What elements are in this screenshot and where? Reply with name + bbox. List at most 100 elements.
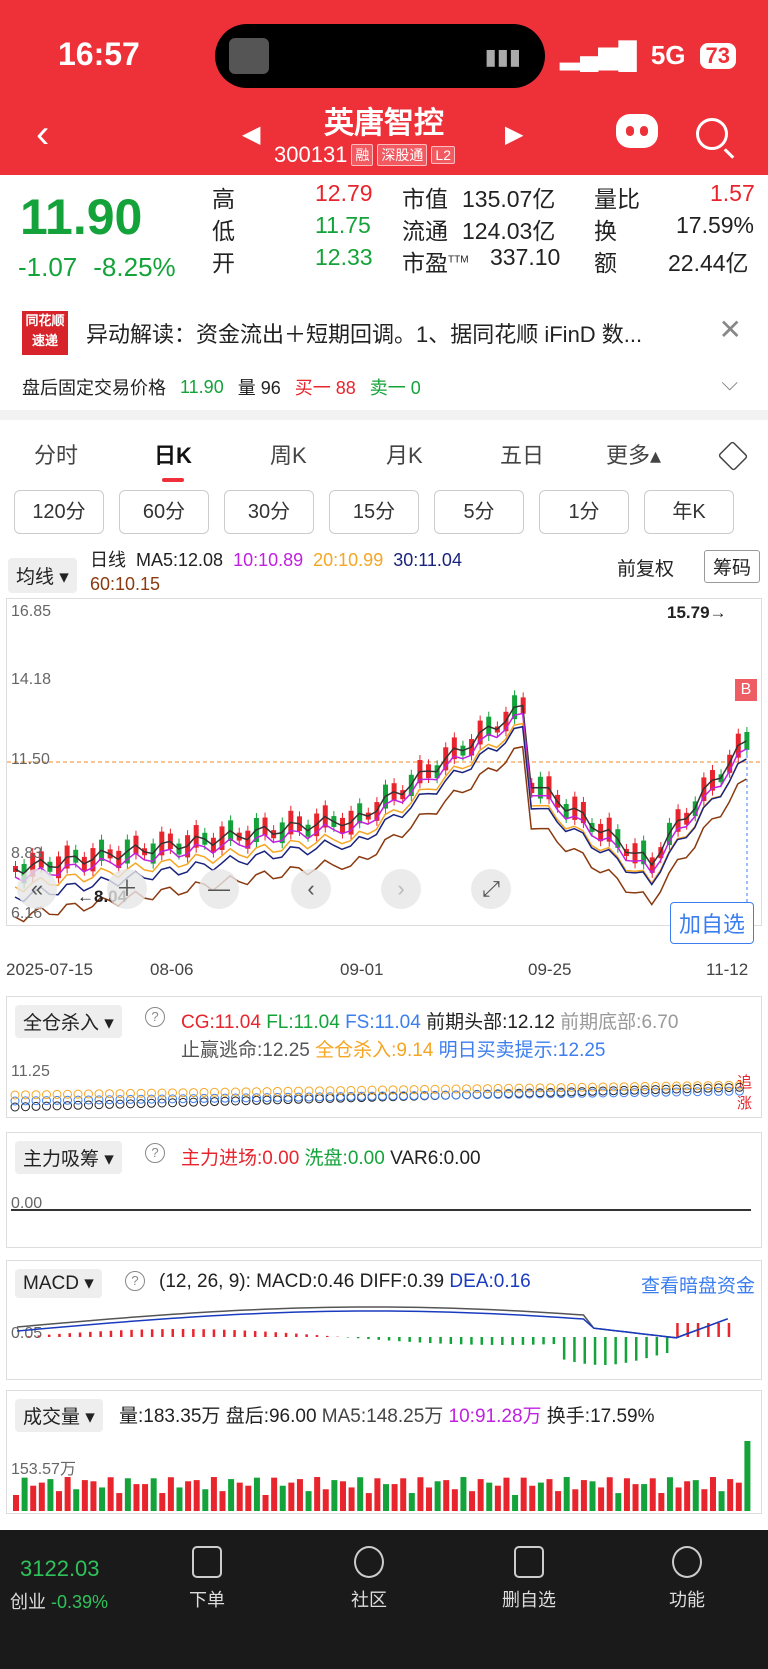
indicator-dot — [52, 1089, 62, 1099]
volume-bar — [47, 1479, 54, 1511]
indicator-dot — [42, 1090, 51, 1100]
volume-bar — [615, 1493, 622, 1511]
nav-functions[interactable]: 功能 — [642, 1546, 732, 1612]
indicator-dot — [325, 1086, 335, 1096]
logo-bottom: 速递 — [31, 333, 58, 348]
audio-wave-icon: ▮▮▮ — [484, 44, 521, 69]
tab-intraday[interactable]: 分时 — [34, 438, 78, 470]
macd-bar — [398, 1337, 401, 1342]
ths-news-logo: 同花顺 速递 — [22, 311, 68, 355]
chevron-down-icon[interactable]: ⌵ — [721, 370, 738, 396]
var6-value: VAR6:0.00 — [390, 1148, 481, 1169]
tab-weekly[interactable]: 周K — [270, 438, 307, 470]
nav-community[interactable]: 社区 — [324, 1546, 414, 1612]
indicator-dot — [126, 1088, 135, 1098]
indicator-dot — [210, 1087, 219, 1097]
volume-bar — [357, 1477, 364, 1511]
change-pct: -8.25% — [93, 252, 176, 282]
volume-bar — [469, 1491, 476, 1511]
volume-bar — [365, 1493, 372, 1511]
indicator-dot — [63, 1089, 72, 1099]
volume-bar — [555, 1491, 562, 1511]
volume-bar — [167, 1477, 174, 1511]
period-120min[interactable]: 120分 — [14, 490, 104, 534]
section-divider — [0, 410, 768, 420]
macd-bar — [243, 1330, 247, 1337]
tab-daily[interactable]: 日K — [154, 438, 192, 482]
macd-svg — [16, 1306, 731, 1365]
period-30min[interactable]: 30分 — [224, 490, 314, 534]
volume-bar — [228, 1479, 235, 1511]
fullscreen-icon[interactable]: ⤢ — [471, 869, 511, 909]
tab-five-day[interactable]: 五日 — [500, 438, 544, 470]
volume-panel[interactable]: 成交量 ▾ 量:183.35万 盘后:96.00 MA5:148.25万 10:… — [6, 1390, 762, 1514]
nav-order[interactable]: 下单 — [162, 1546, 252, 1612]
allin-indicator-panel[interactable]: 全仓杀入 ▾ ? CG:11.04 FL:11.04 FS:11.04 前期头部… — [6, 996, 762, 1118]
help-icon[interactable]: ? — [145, 1143, 165, 1163]
tab-monthly[interactable]: 月K — [386, 438, 423, 470]
ma-values: 日线 MA5:12.08 10:10.89 20:10.99 30:11.04 60:10… — [90, 548, 630, 596]
nav-remove-watch[interactable]: 删自选 — [484, 1546, 574, 1612]
robot-assistant-icon[interactable] — [616, 114, 658, 148]
main-force-panel[interactable]: 主力吸筹 ▾ ? 主力进场:0.00 洗盘:0.00 VAR6:0.00 0.0… — [6, 1132, 762, 1248]
l2-tag[interactable]: L2 — [431, 146, 455, 164]
indicator-dot — [178, 1088, 188, 1098]
period-yearly[interactable]: 年K — [644, 490, 734, 534]
ma-selector-button[interactable]: 均线 ▾ — [8, 558, 77, 593]
volume-bar — [176, 1487, 183, 1511]
add-watchlist-button[interactable]: 加自选 — [670, 902, 755, 944]
macd-bar — [604, 1337, 607, 1365]
volume-ratio-value: 1.57 — [710, 180, 755, 206]
scroll-right-icon[interactable]: › — [381, 869, 421, 909]
volume-ratio-label: 量比 — [594, 186, 640, 212]
adjust-mode[interactable]: 前复权 — [617, 554, 674, 581]
news-banner[interactable]: 同花顺 速递 异动解读：资金流出＋短期回调。1、据同花顺 iFinD 数... ✕ — [0, 303, 768, 363]
period-1min[interactable]: 1分 — [539, 490, 629, 534]
macd-bar — [326, 1335, 329, 1337]
indicator-selector-2[interactable]: 主力吸筹 ▾ — [15, 1141, 122, 1174]
volume-bar — [520, 1477, 527, 1511]
afterhours-buy: 买一 88 — [294, 378, 356, 398]
zoom-in-icon[interactable]: ＋ — [107, 869, 147, 909]
macd-bar — [511, 1337, 514, 1345]
ind2-values: 主力进场:0.00 洗盘:0.00 VAR6:0.00 — [181, 1143, 481, 1170]
period-15min[interactable]: 15分 — [329, 490, 419, 534]
macd-bar — [635, 1337, 638, 1361]
mcap-value: 135.07亿 — [462, 186, 556, 212]
change-value: -1.07 — [18, 252, 78, 282]
volume-bar — [426, 1487, 433, 1511]
volume-bar — [589, 1481, 596, 1511]
zoom-out-icon[interactable]: — — [199, 869, 239, 909]
afterhours-row[interactable]: 盘后固定交易价格 11.90 量 96 买一 88 卖一 0 ⌵ — [22, 370, 748, 402]
last-price: 11.90 — [20, 189, 143, 245]
period-5min[interactable]: 5分 — [434, 490, 524, 534]
index-value: 3122.03 — [20, 1556, 100, 1581]
macd-panel[interactable]: MACD ▾ ? (12, 26, 9): MACD:0.46 DIFF:0.3… — [6, 1260, 762, 1380]
volume-bar — [116, 1493, 123, 1511]
search-icon[interactable] — [696, 118, 728, 150]
indicator-dot — [115, 1099, 125, 1109]
kline-chart[interactable]: 16.85 14.18 11.50 8.83 6.16 15.79→ ←8.04… — [6, 598, 762, 926]
indicator-dot — [493, 1083, 503, 1093]
indicator-dot — [336, 1086, 345, 1096]
period-60min[interactable]: 60分 — [119, 490, 209, 534]
volume-bar — [38, 1482, 45, 1511]
volume-bar — [666, 1477, 673, 1511]
ma20-value: 20:10.99 — [313, 550, 384, 570]
close-icon[interactable]: ✕ — [719, 313, 742, 346]
macd-bar — [542, 1337, 545, 1345]
indicator-dot — [472, 1084, 482, 1094]
chips-button[interactable]: 筹码 — [703, 550, 760, 583]
tab-more[interactable]: 更多▴ — [606, 438, 661, 470]
chart-settings-icon[interactable] — [717, 440, 749, 472]
volume-bar — [744, 1441, 751, 1511]
next-stock-icon[interactable]: ▶ — [505, 120, 523, 149]
rewind-icon[interactable]: « — [17, 869, 57, 909]
news-text[interactable]: 异动解读：资金流出＋短期回调。1、据同花顺 iFinD 数... — [86, 317, 686, 349]
macd-bar — [367, 1337, 370, 1340]
scroll-left-icon[interactable]: ‹ — [291, 869, 331, 909]
macd-bar — [470, 1337, 473, 1345]
float-value: 124.03亿 — [462, 218, 556, 244]
macd-bar — [181, 1329, 185, 1337]
date-label: 11-12 — [706, 960, 749, 979]
